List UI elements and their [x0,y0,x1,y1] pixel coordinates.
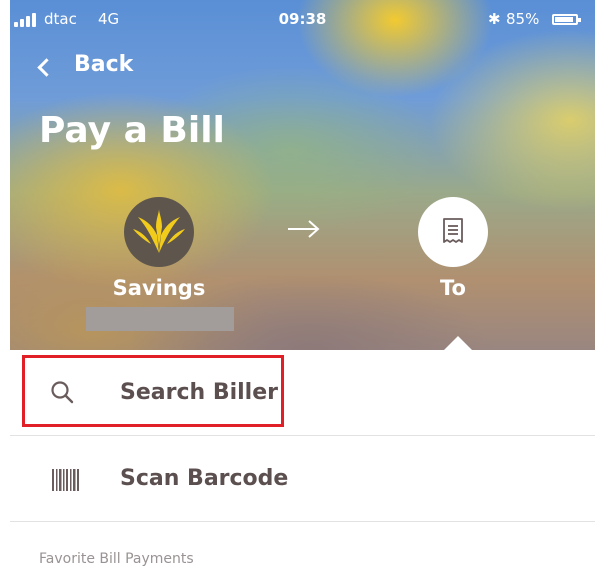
to-label: To [440,276,466,300]
arrow-right-icon [288,220,320,238]
search-biller-highlight [22,355,284,427]
back-label: Back [74,52,134,77]
scan-barcode-label: Scan Barcode [120,466,289,491]
barcode-icon [52,469,79,491]
battery-percent: 85% [506,10,540,28]
favorite-bill-payments-header: Favorite Bill Payments [39,551,194,567]
bank-logo-icon [124,197,194,267]
chevron-left-icon [37,58,56,77]
divider [10,435,595,436]
to-selector-button[interactable] [418,197,488,267]
battery-icon [552,14,581,25]
page-title: Pay a Bill [39,110,225,151]
from-account-label: Savings [112,276,206,300]
selection-pointer [444,336,472,350]
scan-barcode-option[interactable]: Scan Barcode [10,438,595,522]
receipt-icon [443,218,463,243]
divider [10,521,595,522]
app-screen: dtac 4G 09:38 ✱ 85% Back Pay a Bill Savi… [10,0,595,571]
masked-account-number [86,307,234,331]
status-bar: dtac 4G 09:38 ✱ 85% [10,0,595,40]
bluetooth-icon: ✱ [488,10,501,28]
header-hero: dtac 4G 09:38 ✱ 85% Back Pay a Bill Savi… [10,0,595,350]
